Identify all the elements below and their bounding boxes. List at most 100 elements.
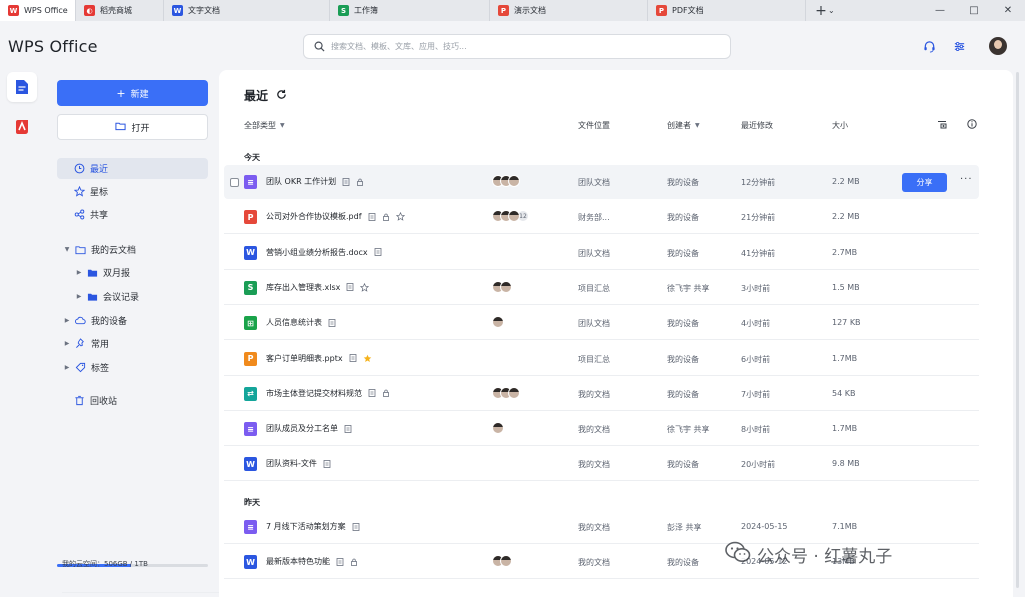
sidebar-item-3[interactable]: ▼ 我的云文档 bbox=[57, 239, 208, 260]
more-options-icon[interactable]: ··· bbox=[960, 174, 973, 185]
file-location[interactable]: 团队文档 bbox=[578, 318, 610, 329]
tab-4[interactable]: P 演示文档 bbox=[490, 0, 648, 21]
file-name[interactable]: 团队资料-文件 bbox=[266, 458, 331, 469]
search-box[interactable] bbox=[303, 34, 731, 59]
collaborators[interactable] bbox=[492, 422, 504, 435]
share-button[interactable]: 分享 bbox=[902, 173, 947, 192]
sidebar-item-1[interactable]: 星标 bbox=[57, 181, 208, 202]
file-row[interactable]: W 营销小组业绩分析报告.docx 团队文档 我的设备 41分钟前 2.7MB bbox=[224, 236, 979, 270]
collaborators[interactable]: 12 bbox=[492, 210, 529, 223]
filter-type-dropdown[interactable]: 全部类型 ▼ bbox=[244, 120, 285, 131]
column-size[interactable]: 大小 bbox=[832, 120, 848, 131]
file-name[interactable]: 库存出入管理表.xlsx bbox=[266, 282, 370, 293]
file-row[interactable]: P 客户订单明细表.pptx 项目汇总 我的设备 6小时前 1.7MB bbox=[224, 342, 979, 376]
caret-down-icon[interactable]: ▼ bbox=[63, 246, 71, 253]
close-icon[interactable]: ✕ bbox=[991, 0, 1025, 21]
sidebar-item-8[interactable]: ▶ 标签 bbox=[57, 357, 208, 378]
file-size: 2.2 MB bbox=[832, 212, 860, 222]
rail-docer-button[interactable] bbox=[7, 112, 37, 142]
file-location[interactable]: 团队文档 bbox=[578, 177, 610, 188]
open-button[interactable]: 打开 bbox=[57, 114, 208, 140]
file-location[interactable]: 项目汇总 bbox=[578, 283, 610, 294]
file-location[interactable]: 财务部... bbox=[578, 212, 610, 223]
file-row[interactable]: P 公司对外合作协议模板.pdf 12 财务部... 我的设备 21分钟前 2.2 MB bbox=[224, 200, 979, 235]
caret-right-icon[interactable]: ▶ bbox=[63, 340, 71, 347]
sidebar-item-2[interactable]: 共享 bbox=[57, 204, 208, 225]
file-name[interactable]: 公司对外合作协议模板.pdf bbox=[266, 211, 405, 222]
sidebar-item-6[interactable]: ▶ 我的设备 bbox=[57, 310, 208, 331]
file-location[interactable]: 团队文档 bbox=[578, 248, 610, 259]
scrollbar[interactable] bbox=[1015, 72, 1020, 588]
minimize-icon[interactable]: — bbox=[923, 0, 957, 21]
user-avatar[interactable] bbox=[989, 37, 1007, 55]
sidebar-item-7[interactable]: ▶ 常用 bbox=[57, 333, 208, 354]
file-creator: 彭泽 共享 bbox=[667, 523, 702, 532]
file-row[interactable]: ⊞ 人员信息统计表 团队文档 我的设备 4小时前 127 KB bbox=[224, 306, 979, 341]
collaborators[interactable] bbox=[492, 316, 504, 329]
file-location[interactable]: 我的文档 bbox=[578, 389, 610, 400]
sidebar-item-0[interactable]: 最近 bbox=[57, 158, 208, 179]
column-creator[interactable]: 创建者 ▼ bbox=[667, 120, 700, 131]
caret-right-icon[interactable]: ▶ bbox=[63, 364, 71, 371]
caret-right-icon[interactable]: ▶ bbox=[75, 269, 83, 276]
file-row[interactable]: ⇄ 市场主体登记提交材料规范 我的文档 我的设备 7小时前 54 KB bbox=[224, 377, 979, 411]
tab-1[interactable]: ◐ 稻壳商城 bbox=[76, 0, 164, 21]
file-row[interactable]: ≡ 团队成员及分工名单 我的文档 徐飞宇 共享 8小时前 1.7MB bbox=[224, 412, 979, 447]
rail-documents-button[interactable] bbox=[7, 72, 37, 102]
star-icon[interactable] bbox=[360, 282, 370, 292]
tab-0[interactable]: W WPS Office bbox=[0, 0, 76, 21]
caret-right-icon[interactable]: ▶ bbox=[75, 293, 83, 300]
file-row[interactable]: S 库存出入管理表.xlsx 项目汇总 徐飞宇 共享 3小时前 1.5 MB bbox=[224, 271, 979, 305]
collaborators[interactable] bbox=[492, 555, 512, 568]
doc-info-icon bbox=[342, 177, 350, 186]
headset-icon[interactable] bbox=[921, 38, 937, 54]
collaborators[interactable] bbox=[492, 386, 520, 399]
file-location[interactable]: 我的文档 bbox=[578, 459, 610, 470]
sidebar-item-label: 我的设备 bbox=[91, 317, 128, 327]
file-name[interactable]: 人员信息统计表 bbox=[266, 317, 336, 328]
tab-3[interactable]: S 工作簿 bbox=[330, 0, 490, 21]
page-title: 最近 bbox=[244, 87, 287, 104]
file-name[interactable]: 团队成员及分工名单 bbox=[266, 423, 352, 434]
column-modified[interactable]: 最近修改 bbox=[741, 120, 773, 131]
file-name-text: 团队成员及分工名单 bbox=[266, 424, 338, 434]
search-input[interactable] bbox=[331, 42, 711, 51]
file-name[interactable]: 最新版本特色功能 bbox=[266, 556, 358, 567]
info-icon[interactable] bbox=[967, 119, 977, 132]
collaborators[interactable] bbox=[492, 175, 520, 187]
file-location[interactable]: 我的文档 bbox=[578, 557, 610, 568]
file-location[interactable]: 我的文档 bbox=[578, 424, 610, 435]
file-name[interactable]: 7 月线下活动策划方案 bbox=[266, 521, 360, 532]
tab-list-chevron-icon[interactable]: ⌄ bbox=[828, 0, 835, 21]
file-name[interactable]: 市场主体登记提交材料规范 bbox=[266, 388, 390, 399]
file-name[interactable]: 营销小组业绩分析报告.docx bbox=[266, 247, 382, 258]
row-checkbox[interactable] bbox=[230, 178, 239, 187]
file-row[interactable]: W 团队资料-文件 我的文档 我的设备 20小时前 9.8 MB bbox=[224, 447, 979, 482]
file-location[interactable]: 项目汇总 bbox=[578, 354, 610, 365]
sidebar-item-5[interactable]: ▶ 会议记录 bbox=[57, 286, 208, 307]
file-row[interactable]: ≡ 7 月线下活动策划方案 我的文档 彭泽 共享 2024-05-15 7.1MB bbox=[224, 510, 979, 544]
file-location[interactable]: 我的文档 bbox=[578, 522, 610, 533]
docer-icon bbox=[16, 120, 28, 134]
file-modified: 20小时前 bbox=[741, 460, 776, 470]
file-row[interactable]: ≡ 团队 OKR 工作计划 团队文档 我的设备 12分钟前 2.2 MB 分享 ··· bbox=[224, 165, 979, 199]
file-name[interactable]: 客户订单明细表.pptx bbox=[266, 353, 372, 364]
maximize-icon[interactable]: □ bbox=[957, 0, 991, 21]
refresh-icon[interactable] bbox=[276, 89, 287, 103]
star-filled-icon[interactable] bbox=[363, 354, 372, 363]
caret-right-icon[interactable]: ▶ bbox=[63, 317, 71, 324]
view-settings-icon[interactable] bbox=[937, 119, 947, 132]
sidebar-item-9[interactable]: 回收站 bbox=[57, 390, 208, 411]
folder-icon bbox=[86, 291, 98, 303]
tab-2[interactable]: W 文字文档 bbox=[164, 0, 330, 21]
new-button[interactable]: + 新建 bbox=[57, 80, 208, 106]
settings-sliders-icon[interactable] bbox=[951, 38, 967, 54]
collaborators[interactable] bbox=[492, 280, 512, 293]
group-label: 昨天 bbox=[244, 498, 260, 507]
file-name[interactable]: 团队 OKR 工作计划 bbox=[266, 176, 364, 187]
sidebar-item-4[interactable]: ▶ 双月报 bbox=[57, 262, 208, 283]
star-icon[interactable] bbox=[395, 212, 405, 222]
column-creator-label: 创建者 bbox=[667, 121, 691, 130]
clock-icon bbox=[73, 163, 85, 175]
tab-5[interactable]: P PDF文档 bbox=[648, 0, 806, 21]
